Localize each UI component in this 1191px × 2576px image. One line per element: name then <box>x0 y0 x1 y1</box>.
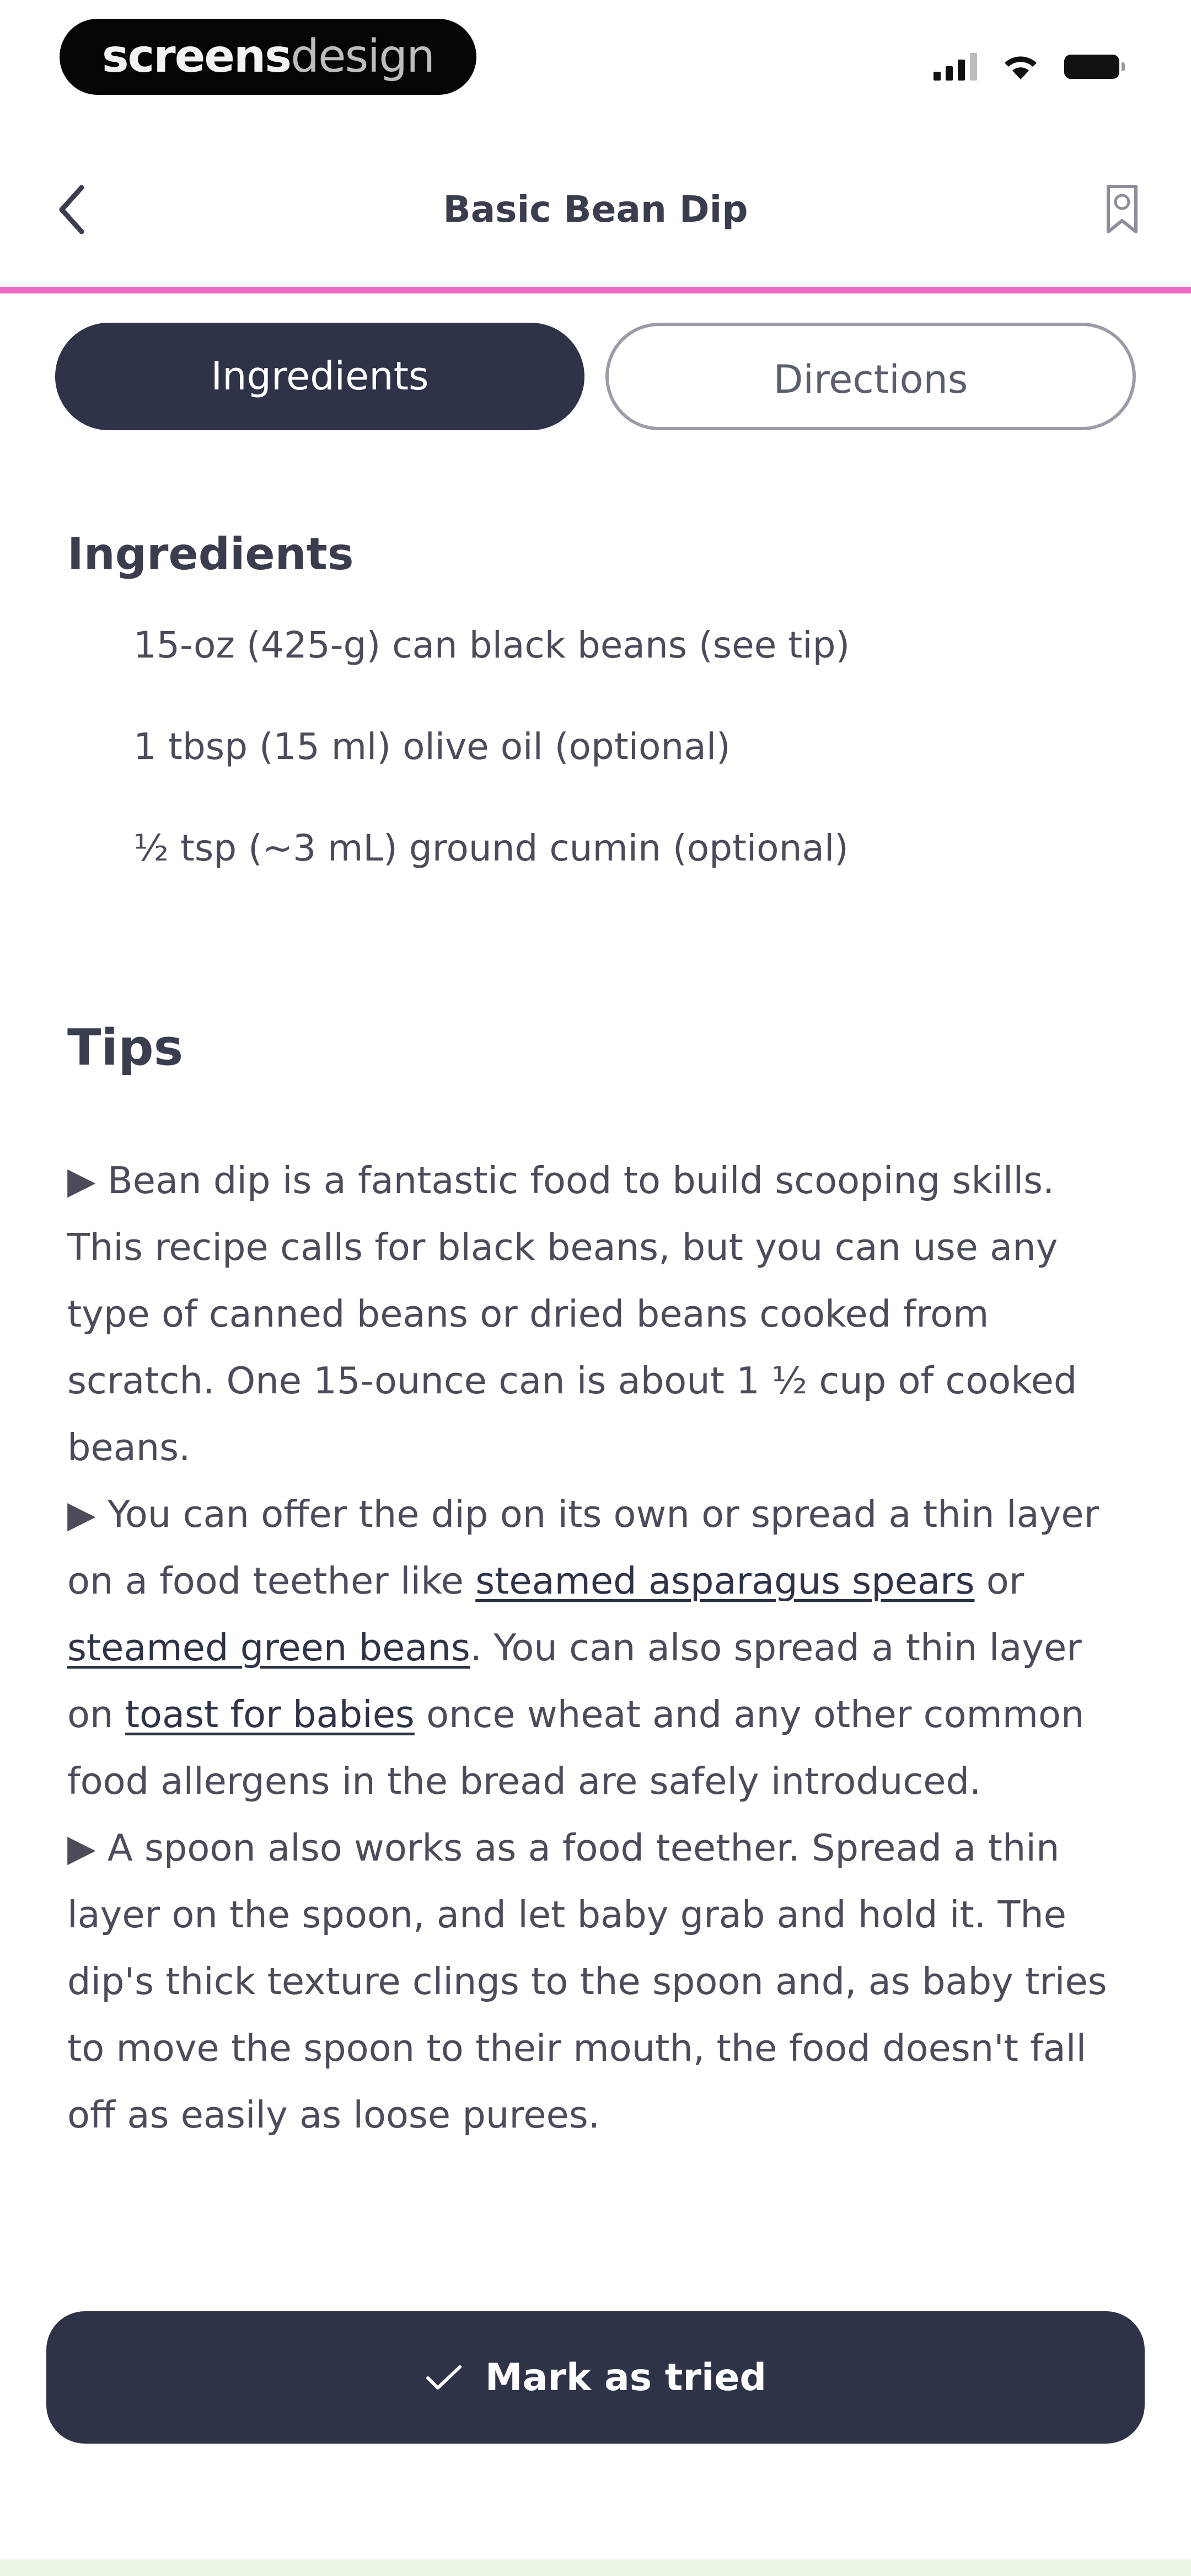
bottom-edge <box>0 2559 1191 2576</box>
link-steamed-green-beans[interactable]: steamed green beans <box>67 1626 470 1669</box>
page-title: Basic Bean Dip <box>443 188 748 231</box>
navigation-bar: Basic Bean Dip <box>0 132 1191 287</box>
tip-paragraph: ▶ A spoon also works as a food teether. … <box>67 1815 1131 2149</box>
bullet-icon: ▶ <box>67 1493 96 1536</box>
checkmark-icon <box>426 2365 462 2390</box>
ingredient-list: 15-oz (425-g) can black beans (see tip) … <box>133 612 1126 917</box>
watermark-bold-text: screens <box>101 30 292 83</box>
watermark-logo: screensdesign <box>60 19 476 95</box>
tip-text: or <box>974 1559 1024 1602</box>
status-bar: screensdesign <box>0 0 1191 127</box>
tip-text: A spoon also works as a food teether. Sp… <box>67 1826 1107 2136</box>
wifi-icon <box>1005 56 1037 79</box>
status-icons <box>934 47 1125 86</box>
ingredient-item: ½ tsp (~3 mL) ground cumin (optional) <box>133 827 849 869</box>
ingredient-item: 15-oz (425-g) can black beans (see tip) <box>133 624 850 666</box>
link-steamed-asparagus-spears[interactable]: steamed asparagus spears <box>475 1559 974 1602</box>
tip-paragraph: ▶ You can offer the dip on its own or sp… <box>67 1481 1131 1815</box>
accent-divider <box>0 287 1191 293</box>
signal-icon <box>934 53 977 81</box>
bullet-icon: ▶ <box>67 1826 96 1869</box>
tip-paragraph: ▶ Bean dip is a fantastic food to build … <box>67 1147 1131 1481</box>
tips-heading: Tips <box>67 1019 184 1077</box>
mark-as-tried-button[interactable]: Mark as tried <box>46 2311 1145 2444</box>
bullet-icon: ▶ <box>67 1159 96 1202</box>
tab-ingredients[interactable]: Ingredients <box>55 323 584 430</box>
favorite-button[interactable] <box>1092 177 1152 243</box>
link-toast-for-babies[interactable]: toast for babies <box>125 1693 415 1736</box>
mark-as-tried-label: Mark as tried <box>485 2355 767 2399</box>
tips-body: ▶ Bean dip is a fantastic food to build … <box>67 1147 1131 2149</box>
battery-icon <box>1064 55 1125 79</box>
tab-switcher: Ingredients Directions <box>55 323 1136 430</box>
tip-text: Bean dip is a fantastic food to build sc… <box>67 1159 1077 1469</box>
bookmark-icon <box>1107 185 1138 233</box>
watermark-light-text: design <box>291 30 435 83</box>
ingredient-item: 1 tbsp (15 ml) olive oil (optional) <box>133 725 731 768</box>
tab-directions[interactable]: Directions <box>605 323 1136 430</box>
ingredients-heading: Ingredients <box>67 528 354 580</box>
